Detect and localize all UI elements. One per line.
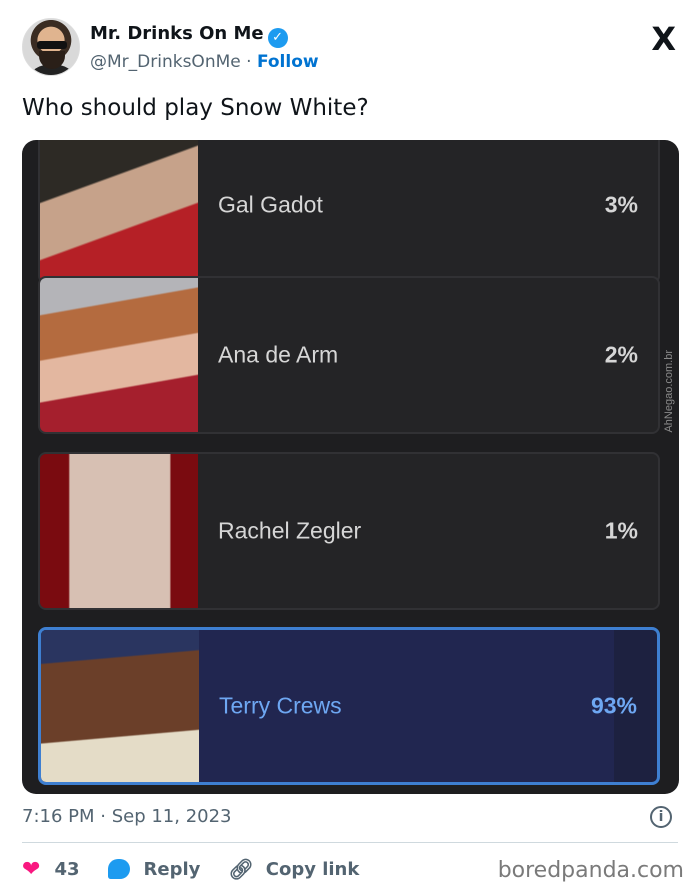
author-handle[interactable]: @Mr_DrinksOnMe [90,52,241,72]
avatar-glasses [37,41,67,49]
author-name[interactable]: Mr. Drinks On Me [90,23,264,44]
handle-row: @Mr_DrinksOnMe · Follow [90,52,319,72]
poll-option-label: Ana de Arm [218,341,339,368]
watermark: AhNegao.com.br [663,350,675,433]
poll-option-label: Gal Gadot [218,191,323,218]
avatar[interactable] [22,18,80,76]
poll-option-gal-gadot: Gal Gadot 3% [38,140,660,284]
poll-option-percent: 1% [604,517,638,544]
separator: · [246,52,252,72]
poll-option-percent: 2% [604,341,638,368]
info-icon[interactable]: i [650,806,672,828]
reply-label: Reply [143,858,201,880]
poll-option-ana-de-arm: Ana de Arm 2% [38,276,660,434]
poll-option-terry-crews: Terry Crews 93% [38,627,660,785]
heart-icon: ❤ [22,856,41,882]
ana-de-arm-photo [40,278,198,432]
gal-gadot-photo [40,140,198,282]
like-button[interactable]: ❤ 43 [22,857,80,882]
tweet-text: Who should play Snow White? [22,95,369,121]
poll-option-label: Rachel Zegler [218,517,362,544]
reply-bubble-icon [107,859,130,879]
timestamp[interactable]: 7:16 PM · Sep 11, 2023 [22,806,232,827]
like-count: 43 [54,858,80,880]
copy-link-label: Copy link [265,858,360,880]
tweet-header: Mr. Drinks On Me ✓ @Mr_DrinksOnMe · Follo… [22,16,682,80]
poll-option-label: Terry Crews [219,692,342,719]
x-logo-icon[interactable]: X [651,20,676,58]
verified-badge-icon: ✓ [267,28,288,48]
follow-button[interactable]: Follow [257,52,319,72]
author-name-row[interactable]: Mr. Drinks On Me ✓ [90,23,288,48]
poll-option-percent: 3% [604,191,638,218]
reply-button[interactable]: Reply [107,858,201,880]
terry-crews-photo [41,630,199,782]
poll-option-percent: 93% [590,692,637,719]
poll-option-rachel-zegler: Rachel Zegler 1% [38,452,660,610]
link-icon: 🔗︎ [228,857,254,881]
divider [22,842,678,843]
copy-link-button[interactable]: 🔗︎ Copy link [228,857,359,881]
poll-image[interactable]: Gal Gadot 3% Ana de Arm 2% Rachel Zegler… [22,140,679,794]
rachel-zegler-photo [40,454,198,608]
action-bar: ❤ 43 Reply 🔗︎ Copy link [22,854,387,884]
source-watermark: boredpanda.com [497,858,684,883]
